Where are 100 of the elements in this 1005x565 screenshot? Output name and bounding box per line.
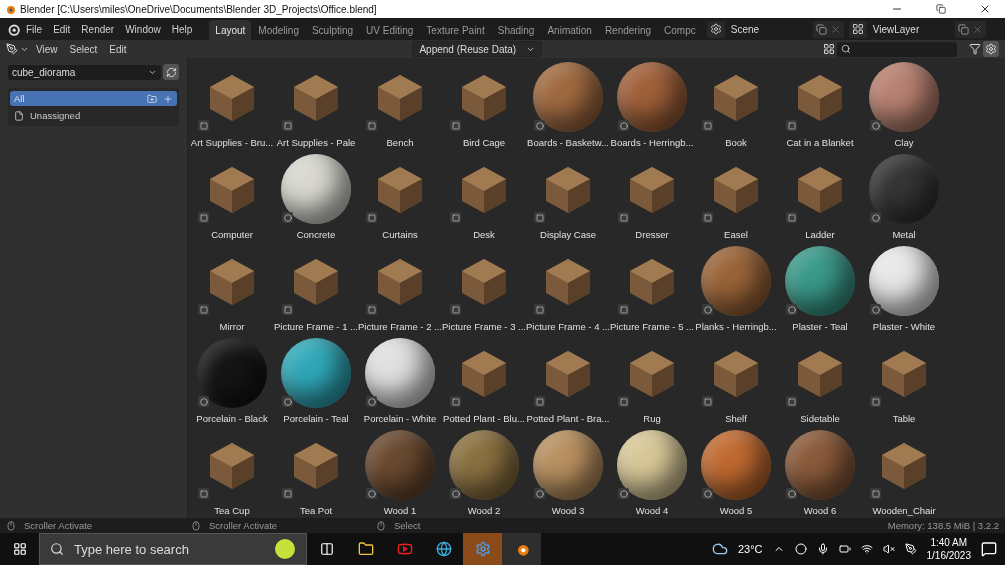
asset-name[interactable]: Wooden_Chair	[872, 505, 936, 516]
import-mode-dropdown[interactable]: Append (Reuse Data)	[412, 41, 543, 57]
filter-icon[interactable]	[969, 43, 981, 55]
asset-name[interactable]: Bench	[386, 137, 414, 148]
clock-time[interactable]: 1:40 AM	[930, 536, 968, 549]
asset-name[interactable]: Metal	[892, 229, 916, 240]
menu-item[interactable]: Select	[64, 41, 103, 57]
battery-icon[interactable]	[838, 543, 851, 555]
asset-name[interactable]: Plaster - White	[872, 321, 936, 332]
asset-name[interactable]: Dresser	[635, 229, 669, 240]
asset-name[interactable]: Table	[892, 413, 916, 424]
clock-date[interactable]: 1/16/2023	[926, 549, 971, 562]
workspace-tab[interactable]: Shading	[491, 20, 541, 40]
asset-name[interactable]: Picture Frame - 5 ...	[610, 321, 694, 332]
object-type-icon	[618, 304, 629, 315]
menu-item[interactable]: Window	[120, 21, 166, 37]
menu-item[interactable]: Edit	[104, 41, 132, 57]
temperature[interactable]: 23°C	[737, 543, 763, 555]
wifi-icon[interactable]	[860, 543, 873, 555]
search-field[interactable]	[837, 41, 957, 57]
editor-type-icon[interactable]	[6, 43, 18, 55]
scene-field[interactable]: Scene	[724, 20, 813, 38]
asset-name[interactable]: Art Supplies - Bru...	[190, 137, 274, 148]
asset-name[interactable]: Wood 5	[719, 505, 753, 516]
asset-name[interactable]: Curtains	[382, 229, 418, 240]
settings-button[interactable]	[983, 41, 999, 57]
object-type-icon	[786, 212, 797, 223]
asset-name[interactable]: Picture Frame - 2 ...	[358, 321, 442, 332]
asset-name[interactable]: Potted Plant - Bra...	[526, 413, 610, 424]
asset-name[interactable]: Porcelain - Black	[196, 413, 268, 424]
asset-name[interactable]: Book	[725, 137, 747, 148]
library-dropdown[interactable]: cube_diorama	[8, 64, 161, 80]
object-type-icon	[198, 488, 209, 499]
material-type-icon	[366, 396, 377, 407]
asset-name[interactable]: Picture Frame - 3 ...	[442, 321, 526, 332]
asset-name[interactable]: Tea Pot	[299, 505, 333, 516]
new-scene-icon[interactable]	[815, 23, 827, 35]
object-type-icon	[534, 396, 545, 407]
view-layer-icon[interactable]	[851, 23, 864, 35]
asset-name[interactable]: Picture Frame - 4 ...	[526, 321, 610, 332]
asset-name[interactable]: Boards - Herringb...	[610, 137, 694, 148]
asset-name[interactable]: Shelf	[725, 413, 747, 424]
record-icon[interactable]	[794, 543, 807, 555]
asset-name[interactable]: Display Case	[540, 229, 596, 240]
asset-name[interactable]: Potted Plant - Blu...	[443, 413, 525, 424]
folder-plus-icon	[147, 93, 157, 104]
asset-name[interactable]: Rug	[643, 413, 661, 424]
weather-icon[interactable]	[711, 541, 728, 557]
workspace-tab[interactable]: UV Editing	[360, 20, 420, 40]
asset-name[interactable]: Cat in a Blanket	[786, 137, 854, 148]
asset-name[interactable]: Art Supplies - Pale	[276, 137, 356, 148]
asset-name[interactable]: Wood 1	[383, 505, 417, 516]
pen-icon[interactable]	[904, 543, 917, 555]
notifications-icon[interactable]	[981, 541, 997, 557]
workspace-tab[interactable]: Animation	[541, 20, 598, 40]
asset-name[interactable]: Ladder	[805, 229, 835, 240]
asset-name[interactable]: Wood 6	[803, 505, 837, 516]
asset-name[interactable]: Easel	[724, 229, 748, 240]
asset-name[interactable]: Computer	[211, 229, 253, 240]
material-type-icon	[618, 120, 629, 131]
refresh-button[interactable]	[163, 64, 179, 80]
asset-name[interactable]: Bird Cage	[462, 137, 506, 148]
menu-item[interactable]: View	[31, 41, 63, 57]
asset-name[interactable]: Plaster - Teal	[792, 321, 848, 332]
menu-item[interactable]: Help	[166, 21, 198, 37]
asset-name[interactable]: Porcelain - White	[363, 413, 437, 424]
microphone-icon[interactable]	[816, 543, 829, 555]
volume-muted-icon[interactable]	[882, 543, 895, 555]
asset-name[interactable]: Concrete	[296, 229, 336, 240]
menu-item[interactable]: File	[21, 21, 48, 37]
catalog-item[interactable]: Unassigned	[10, 108, 177, 123]
menu-item[interactable]: Edit	[48, 21, 76, 37]
asset-name[interactable]: Desk	[473, 229, 495, 240]
asset-name[interactable]: Boards - Basketw...	[527, 137, 609, 148]
workspace-tab[interactable]: Modeling	[252, 20, 305, 40]
menu-item[interactable]: Render	[76, 21, 120, 37]
blender-app-button[interactable]	[502, 533, 541, 565]
asset-name[interactable]: Wood 2	[467, 505, 501, 516]
new-layer-icon[interactable]	[957, 23, 969, 35]
workspace-tab[interactable]: Texture Paint	[420, 20, 491, 40]
asset-name[interactable]: Wood 4	[635, 505, 669, 516]
workspace-tab[interactable]: Sculpting	[305, 20, 360, 40]
asset-name[interactable]: Porcelain - Teal	[283, 413, 349, 424]
blender-logo-icon[interactable]	[6, 22, 20, 36]
material-type-icon	[198, 396, 209, 407]
object-type-icon	[534, 212, 545, 223]
asset-name[interactable]: Wood 3	[551, 505, 585, 516]
asset-name[interactable]: Clay	[894, 137, 914, 148]
workspace-tab[interactable]: Layout	[209, 20, 252, 40]
workspace-tab[interactable]: Compc	[658, 20, 702, 40]
taskbar-search-field[interactable]: Type here to search	[39, 533, 307, 565]
asset-name[interactable]: Picture Frame - 1 ...	[274, 321, 358, 332]
view-layer-field[interactable]: ViewLayer	[866, 20, 955, 38]
workspace-tab[interactable]: Rendering	[598, 20, 658, 40]
asset-name[interactable]: Tea Cup	[214, 505, 250, 516]
asset-name[interactable]: Sidetable	[800, 413, 840, 424]
asset-name[interactable]: Mirror	[219, 321, 245, 332]
catalog-item[interactable]: All	[10, 91, 177, 106]
display-mode-icon[interactable]	[823, 43, 835, 55]
asset-name[interactable]: Planks - Herringb...	[695, 321, 777, 332]
